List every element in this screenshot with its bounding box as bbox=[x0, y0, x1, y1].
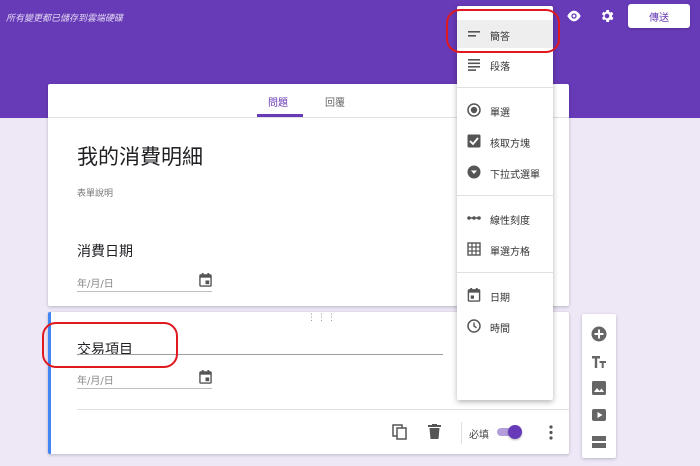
menu-item-grid[interactable]: 單選方格 bbox=[457, 235, 553, 263]
grid-icon bbox=[467, 242, 481, 256]
gear-icon[interactable] bbox=[599, 8, 615, 24]
menu-item-checkbox[interactable]: 核取方塊 bbox=[457, 127, 553, 155]
date-icon bbox=[467, 288, 481, 302]
menu-item-linear-scale[interactable]: 線性刻度 bbox=[457, 204, 553, 232]
menu-item-label: 線性刻度 bbox=[490, 216, 530, 227]
paragraph-icon bbox=[468, 59, 480, 71]
menu-item-radio[interactable]: 單選 bbox=[457, 96, 553, 124]
date-field: 年/月/日 bbox=[77, 370, 212, 389]
checkbox-icon bbox=[467, 134, 481, 148]
menu-item-paragraph[interactable]: 段落 bbox=[457, 50, 553, 78]
form-title[interactable]: 我的消費明細 bbox=[77, 141, 203, 171]
add-question-icon[interactable] bbox=[591, 326, 607, 342]
calendar-icon bbox=[199, 370, 212, 384]
add-section-icon[interactable] bbox=[591, 434, 607, 450]
question-title[interactable]: 消費日期 bbox=[77, 241, 133, 261]
toggle-knob bbox=[508, 425, 522, 439]
menu-item-label: 時間 bbox=[490, 324, 510, 335]
eye-icon[interactable] bbox=[566, 9, 582, 23]
menu-item-label: 日期 bbox=[490, 293, 510, 304]
drag-handle[interactable]: ⋮⋮⋮ bbox=[307, 314, 337, 323]
footer-divider bbox=[77, 409, 569, 410]
menu-item-date[interactable]: 日期 bbox=[457, 281, 553, 309]
tab-questions[interactable]: 問題 bbox=[268, 94, 288, 109]
form-description[interactable]: 表單說明 bbox=[77, 186, 113, 199]
time-icon bbox=[467, 319, 481, 333]
add-image-icon[interactable] bbox=[591, 380, 607, 396]
menu-item-label: 單選方格 bbox=[490, 247, 530, 258]
menu-item-label: 下拉式選單 bbox=[490, 170, 540, 181]
menu-item-label: 單選 bbox=[490, 108, 510, 119]
menu-item-label: 核取方塊 bbox=[490, 139, 530, 150]
date-field: 年/月/日 bbox=[77, 273, 212, 292]
calendar-icon bbox=[199, 273, 212, 287]
annotation-highlight-question-title bbox=[42, 322, 178, 368]
add-video-icon[interactable] bbox=[591, 407, 607, 423]
menu-divider bbox=[457, 272, 553, 273]
add-title-icon[interactable] bbox=[591, 354, 607, 370]
linear-scale-icon bbox=[467, 216, 481, 220]
menu-item-dropdown[interactable]: 下拉式選單 bbox=[457, 158, 553, 186]
side-toolbar bbox=[582, 314, 616, 458]
footer-separator bbox=[461, 422, 462, 444]
dropdown-icon bbox=[467, 165, 481, 179]
annotation-highlight-short-answer bbox=[446, 9, 560, 53]
more-vert-icon[interactable] bbox=[549, 425, 553, 440]
saved-status: 所有變更都已儲存到雲端硬碟 bbox=[6, 14, 124, 24]
send-button[interactable]: 傳送 bbox=[628, 4, 690, 28]
required-label: 必填 bbox=[469, 430, 489, 441]
menu-divider bbox=[457, 87, 553, 88]
date-placeholder: 年/月/日 bbox=[77, 376, 114, 387]
trash-icon[interactable] bbox=[428, 424, 441, 439]
menu-divider bbox=[457, 195, 553, 196]
question-type-menu: 簡答 段落 單選 核取方塊 下拉式選單 線性刻度 單選方格 日期 時間 bbox=[457, 6, 553, 400]
tab-responses[interactable]: 回覆 bbox=[325, 94, 345, 109]
required-toggle[interactable] bbox=[497, 425, 522, 439]
menu-item-label: 段落 bbox=[490, 62, 510, 73]
radio-icon bbox=[467, 103, 481, 117]
menu-item-time[interactable]: 時間 bbox=[457, 312, 553, 340]
duplicate-icon[interactable] bbox=[392, 424, 407, 440]
date-placeholder: 年/月/日 bbox=[77, 279, 114, 290]
